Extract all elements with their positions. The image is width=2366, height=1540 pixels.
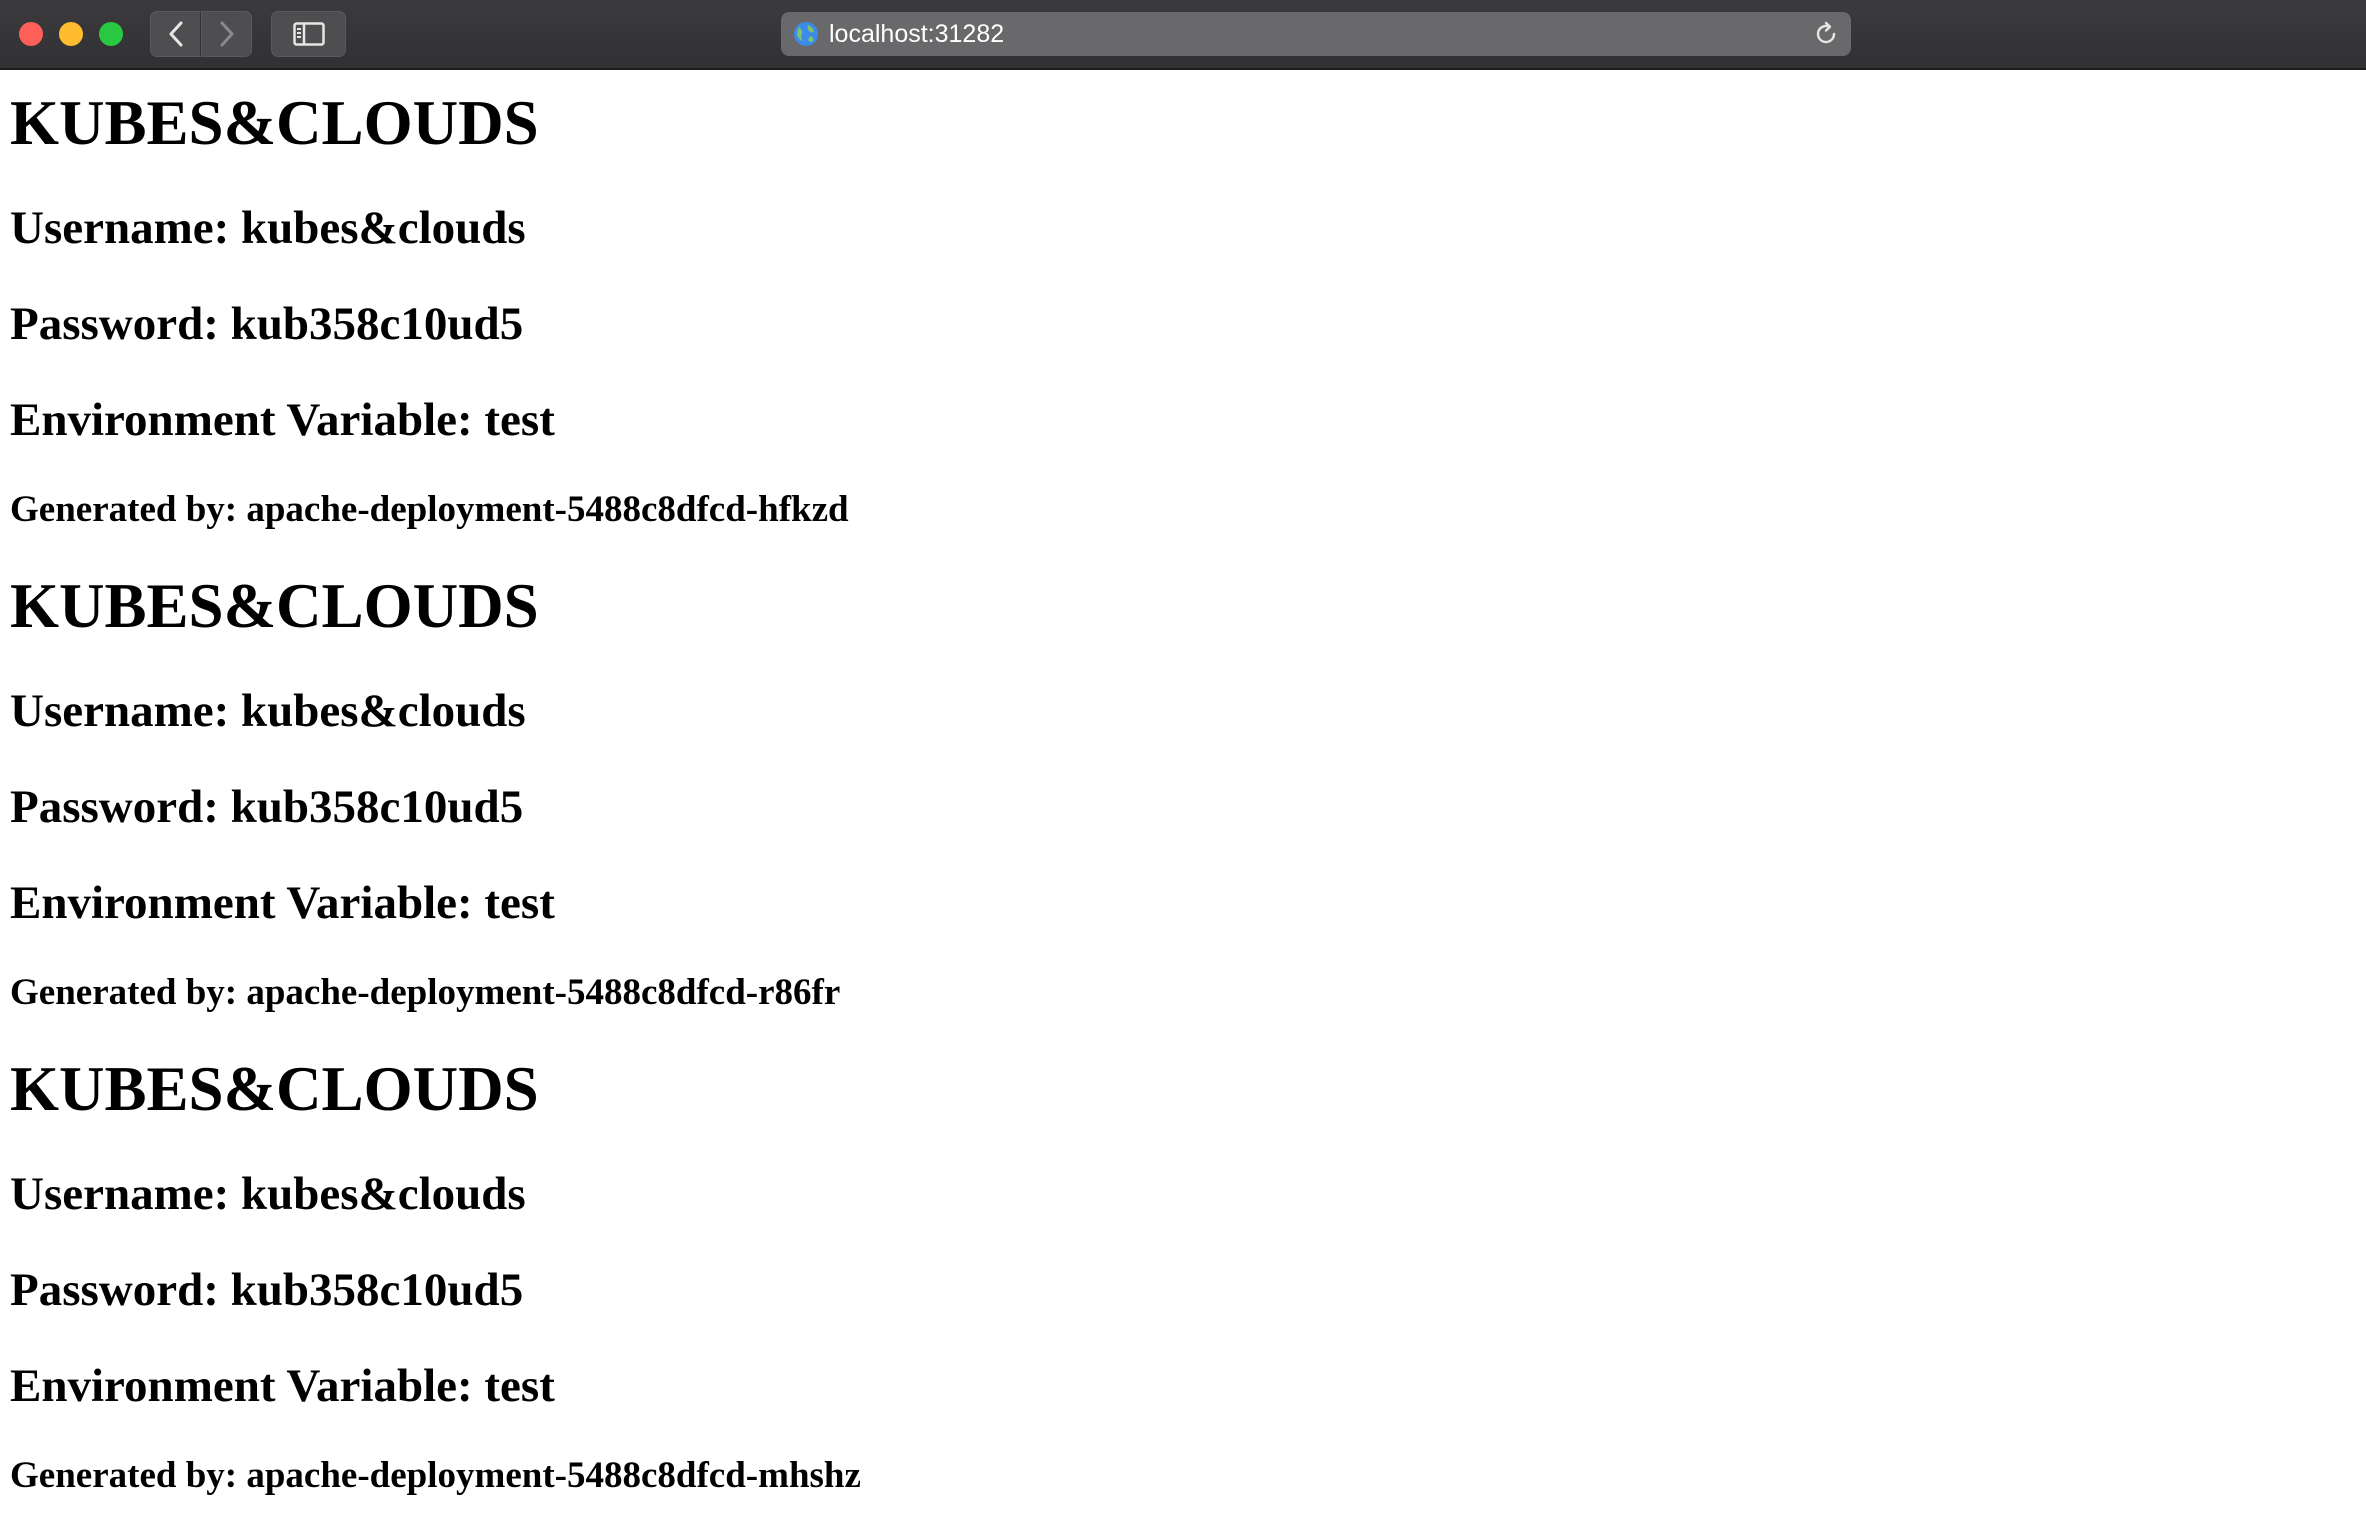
address-bar[interactable]: localhost:31282 xyxy=(781,12,1851,56)
browser-toolbar: localhost:31282 xyxy=(0,0,2366,70)
env-variable-line: Environment Variable: test xyxy=(10,1360,555,1412)
chevron-left-icon xyxy=(169,21,182,47)
zoom-window-button[interactable] xyxy=(99,22,123,46)
chevron-right-icon xyxy=(220,21,233,47)
env-variable-line: Environment Variable: test xyxy=(10,394,555,446)
close-window-button[interactable] xyxy=(19,22,43,46)
url-text: localhost:31282 xyxy=(829,20,1005,48)
username-line: Username: kubes&clouds xyxy=(10,1168,526,1220)
username-line: Username: kubes&clouds xyxy=(10,202,526,254)
page-content: KUBES&CLOUDS Username: kubes&clouds Pass… xyxy=(10,70,2350,1535)
forward-button[interactable] xyxy=(201,11,252,57)
password-line: Password: kub358c10ud5 xyxy=(10,781,524,833)
section-title: KUBES&CLOUDS xyxy=(10,571,539,641)
sidebar-icon xyxy=(292,22,325,46)
section-1: KUBES&CLOUDS Username: kubes&clouds Pass… xyxy=(10,86,2350,532)
section-title: KUBES&CLOUDS xyxy=(10,1054,539,1124)
generated-by-line: Generated by: apache-deployment-5488c8df… xyxy=(10,1455,861,1496)
section-title: KUBES&CLOUDS xyxy=(10,88,539,158)
section-2: KUBES&CLOUDS Username: kubes&clouds Pass… xyxy=(10,569,2350,1015)
sidebar-toggle-button[interactable] xyxy=(271,11,346,57)
generated-by-line: Generated by: apache-deployment-5488c8df… xyxy=(10,489,849,530)
section-3: KUBES&CLOUDS Username: kubes&clouds Pass… xyxy=(10,1052,2350,1498)
back-button[interactable] xyxy=(150,11,201,57)
env-variable-line: Environment Variable: test xyxy=(10,877,555,929)
generated-by-line: Generated by: apache-deployment-5488c8df… xyxy=(10,972,841,1013)
globe-icon xyxy=(794,22,818,46)
username-line: Username: kubes&clouds xyxy=(10,685,526,737)
password-line: Password: kub358c10ud5 xyxy=(10,298,524,350)
reload-icon[interactable] xyxy=(1813,21,1839,47)
minimize-window-button[interactable] xyxy=(59,22,83,46)
password-line: Password: kub358c10ud5 xyxy=(10,1264,524,1316)
